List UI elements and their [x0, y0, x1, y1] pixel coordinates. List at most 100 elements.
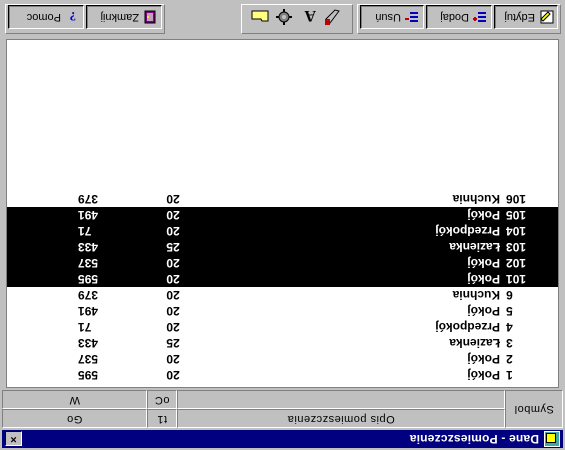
- row-description: Przedpokój: [435, 320, 500, 334]
- row-temperature: 20: [166, 352, 180, 366]
- table-row[interactable]: 106 Kuchnia 20 379: [7, 191, 558, 207]
- data-grid[interactable]: 1 Pokój 20 595 2 Pokój 20 537 3 Łazienka 25 433 4 Prz…: [6, 39, 559, 388]
- help-button-label: Pomoc: [26, 11, 61, 23]
- header-opis-label: Opis pomieszczenia: [287, 413, 395, 425]
- row-symbol: 101: [506, 272, 527, 286]
- row-symbol: 105: [506, 208, 527, 222]
- svg-text:?: ?: [70, 10, 77, 24]
- paint-tool-icon[interactable]: [322, 7, 342, 27]
- row-volume: 433: [78, 240, 99, 254]
- toolbar: Edytuj Dodaj Usuń A Zamknij ? Pomoc: [2, 2, 563, 36]
- header-symbol-label: Symbol: [514, 403, 554, 415]
- header-vol-unit-label: W: [69, 394, 80, 406]
- add-button[interactable]: Dodaj: [426, 5, 492, 29]
- header-temp-unit: oC: [147, 390, 177, 409]
- folder-icon[interactable]: [250, 7, 270, 27]
- close-button-label: Zamknij: [100, 11, 139, 23]
- help-icon: ?: [70, 10, 77, 24]
- row-symbol: 6: [506, 288, 513, 302]
- row-temperature: 20: [166, 224, 180, 238]
- window-title: Dane - Pomieszczenia: [409, 432, 539, 446]
- edit-button-label: Edytuj: [504, 11, 535, 23]
- title-bar[interactable]: Dane - Pomieszczenia ×: [2, 430, 563, 448]
- table-row[interactable]: 6 Kuchnia 20 379: [7, 287, 558, 303]
- svg-text:A: A: [304, 7, 316, 24]
- row-symbol: 3: [506, 336, 513, 350]
- row-description: Pokój: [467, 352, 500, 366]
- row-temperature: 25: [166, 336, 180, 350]
- row-temperature: 20: [166, 272, 180, 286]
- row-symbol: 2: [506, 352, 513, 366]
- add-button-label: Dodaj: [440, 11, 469, 23]
- row-temperature: 20: [166, 368, 180, 382]
- row-volume: 595: [78, 272, 99, 286]
- delete-icon: [405, 12, 418, 22]
- table-row[interactable]: 104 Przedpokój 20 71: [7, 223, 558, 239]
- row-symbol: 102: [506, 256, 527, 270]
- row-volume: 71: [78, 224, 92, 238]
- toolbar-group-tools: A: [241, 4, 353, 34]
- row-volume: 379: [78, 288, 99, 302]
- row-description: Kuchnia: [452, 288, 500, 302]
- row-volume: 491: [78, 208, 99, 222]
- row-volume: 537: [78, 256, 99, 270]
- column-header: Symbol Opis pomieszczenia t1 oC Go W: [2, 390, 563, 428]
- row-symbol: 106: [506, 192, 527, 206]
- header-symbol[interactable]: Symbol: [505, 390, 563, 428]
- table-row[interactable]: 3 Łazienka 25 433: [7, 335, 558, 351]
- row-symbol: 4: [506, 320, 513, 334]
- table-row[interactable]: 1 Pokój 20 595: [7, 367, 558, 383]
- row-description: Pokój: [467, 256, 500, 270]
- table-row[interactable]: 5 Pokój 20 491: [7, 303, 558, 319]
- row-description: Kuchnia: [452, 192, 500, 206]
- table-row[interactable]: 105 Pokój 20 491: [7, 207, 558, 223]
- row-symbol: 1: [506, 368, 513, 382]
- row-description: Łazienka: [449, 336, 500, 350]
- row-description: Pokój: [467, 272, 500, 286]
- edit-icon: [540, 10, 554, 24]
- app-icon[interactable]: [544, 431, 560, 447]
- toolbar-group-edit: Edytuj Dodaj Usuń: [357, 4, 561, 34]
- row-symbol: 104: [506, 224, 527, 238]
- header-temp-unit-label: oC: [154, 394, 170, 406]
- header-vol-label: Go: [66, 413, 83, 425]
- header-opis-sub: [177, 390, 505, 409]
- table-row[interactable]: 2 Pokój 20 537: [7, 351, 558, 367]
- row-volume: 595: [78, 368, 99, 382]
- row-temperature: 20: [166, 192, 180, 206]
- application-window: Dane - Pomieszczenia × Symbol Opis pomie…: [0, 0, 565, 450]
- row-description: Pokój: [467, 368, 500, 382]
- table-row[interactable]: 102 Pokój 20 537: [7, 255, 558, 271]
- table-row[interactable]: 4 Przedpokój 20 71: [7, 319, 558, 335]
- row-symbol: 5: [506, 304, 513, 318]
- table-row[interactable]: 103 Łazienka 25 433: [7, 239, 558, 255]
- row-temperature: 20: [166, 320, 180, 334]
- door-icon: [144, 10, 156, 24]
- row-temperature: 25: [166, 240, 180, 254]
- header-temp-label: t1: [156, 413, 168, 425]
- header-temp[interactable]: t1: [147, 409, 177, 428]
- table-row[interactable]: 101 Pokój 20 595: [7, 271, 558, 287]
- row-temperature: 20: [166, 256, 180, 270]
- row-description: Pokój: [467, 304, 500, 318]
- header-vol[interactable]: Go: [2, 409, 147, 428]
- row-volume: 491: [78, 304, 99, 318]
- gear-icon[interactable]: [274, 7, 294, 27]
- row-volume: 537: [78, 352, 99, 366]
- add-icon: [473, 12, 486, 22]
- header-vol-unit: W: [2, 390, 147, 409]
- edit-button[interactable]: Edytuj: [494, 5, 558, 29]
- font-icon[interactable]: A: [298, 7, 318, 27]
- header-opis[interactable]: Opis pomieszczenia: [177, 409, 505, 428]
- close-button[interactable]: Zamknij: [86, 5, 162, 29]
- row-description: Przedpokój: [435, 224, 500, 238]
- help-button[interactable]: ? Pomoc: [8, 5, 84, 29]
- close-icon[interactable]: ×: [5, 431, 22, 446]
- row-temperature: 20: [166, 304, 180, 318]
- delete-button[interactable]: Usuń: [360, 5, 424, 29]
- row-volume: 433: [78, 336, 99, 350]
- row-description: Łazienka: [449, 240, 500, 254]
- row-volume: 71: [78, 320, 92, 334]
- delete-button-label: Usuń: [375, 11, 401, 23]
- row-temperature: 20: [166, 288, 180, 302]
